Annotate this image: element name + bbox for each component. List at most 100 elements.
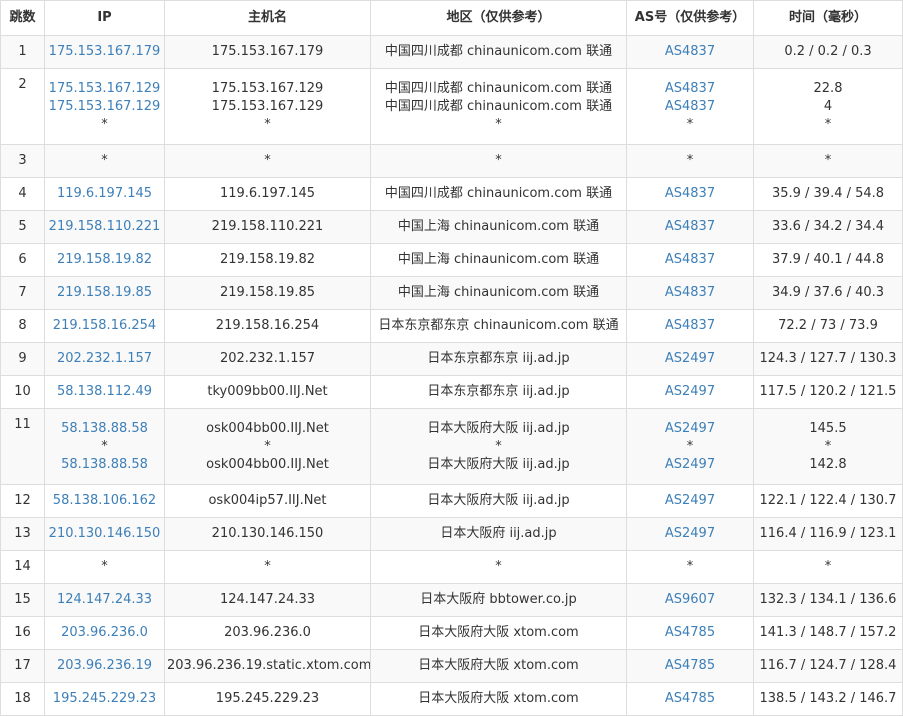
time-cell: 141.3 / 148.7 / 157.2 [753,616,903,650]
host-cell: 219.158.19.85 [164,276,371,310]
ip-link[interactable]: 124.147.24.33 [47,591,162,609]
as-link[interactable]: AS2497 [629,420,751,438]
host-cell: 202.232.1.157 [164,342,371,376]
ip-link[interactable]: 203.96.236.19 [47,657,162,675]
host-cell: 219.158.16.254 [164,309,371,343]
host-value: 203.96.236.0 [224,625,311,640]
ip-link[interactable]: 219.158.16.254 [47,317,162,335]
ip-link[interactable]: 202.232.1.157 [47,350,162,368]
as-cell: AS2497 [626,375,754,409]
header-hop: 跳数 [0,0,45,36]
ip-link[interactable]: 58.138.106.162 [47,492,162,510]
host-cell: osk004bb00.IIJ.Net * osk004bb00.IIJ.Net [164,408,371,485]
ip-cell: 219.158.110.221 [44,210,165,244]
as-cell: AS2497 [626,517,754,551]
region-value: 日本大阪府大阪 xtom.com [418,691,579,706]
time-value: 145.5 [809,420,847,436]
time-value: 35.9 / 39.4 / 54.8 [771,186,885,201]
time-cell: * [753,144,903,178]
host-value: 195.245.229.23 [215,691,320,706]
time-value: * [824,153,832,168]
ip-link[interactable]: 175.153.167.129 [47,98,162,116]
region-cell: 中国四川成都 chinaunicom.com 联通 中国四川成都 chinauni… [370,68,627,145]
region-value: 中国上海 chinaunicom.com 联通 [397,285,600,300]
as-link[interactable]: AS2497 [629,492,751,510]
as-link[interactable]: AS4837 [629,317,751,335]
ip-link[interactable]: 219.158.19.82 [47,251,162,269]
as-value: * [686,116,694,132]
time-value: * [824,559,832,574]
as-link[interactable]: AS4785 [629,690,751,708]
host-cell: 203.96.236.0 [164,616,371,650]
time-cell: 0.2 / 0.2 / 0.3 [753,35,903,69]
host-value: 175.153.167.129 [211,98,324,114]
as-cell: AS4837 [626,309,754,343]
as-link[interactable]: AS2497 [629,525,751,543]
as-link[interactable]: AS4837 [629,284,751,302]
ip-link[interactable]: 203.96.236.0 [47,624,162,642]
as-link[interactable]: AS9607 [629,591,751,609]
host-cell: tky009bb00.IIJ.Net [164,375,371,409]
time-value: 34.9 / 37.6 / 40.3 [771,285,885,300]
region-value: 日本大阪府大阪 iij.ad.jp [427,493,570,508]
ip-link[interactable]: 175.153.167.129 [47,80,162,98]
as-link[interactable]: AS4837 [629,80,751,98]
region-value: * [495,438,502,454]
time-value: 33.6 / 34.2 / 34.4 [771,219,885,234]
ip-link[interactable]: 219.158.19.85 [47,284,162,302]
time-value: 141.3 / 148.7 / 157.2 [759,625,897,640]
ip-link[interactable]: 175.153.167.179 [47,43,162,61]
ip-link[interactable]: 219.158.110.221 [47,218,162,236]
time-cell: 117.5 / 120.2 / 121.5 [753,375,903,409]
header-region: 地区（仅供参考） [370,0,627,36]
host-value: 203.96.236.19.static.xtom.com [167,658,371,673]
time-cell: 37.9 / 40.1 / 44.8 [753,243,903,277]
as-cell: AS2497 [626,484,754,518]
table-row: 16 203.96.236.0 203.96.236.0 日本大阪府大阪 xtom.c… [0,616,903,650]
ip-link[interactable]: 119.6.197.145 [47,185,162,203]
as-link[interactable]: AS4837 [629,185,751,203]
table-row: 17 203.96.236.19 203.96.236.19.static.xtom… [0,649,903,683]
ip-cell: 119.6.197.145 [44,177,165,211]
as-value: * [686,438,694,454]
region-value: * [495,153,502,168]
host-cell: 219.158.19.82 [164,243,371,277]
table-row: 14 * * * * * [0,550,903,584]
region-value: 日本东京都东京 chinaunicom.com 联通 [378,318,619,333]
as-cell: AS4837 [626,35,754,69]
time-value: 22.8 [813,80,843,96]
as-link[interactable]: AS4837 [629,43,751,61]
as-link[interactable]: AS2497 [629,350,751,368]
time-value: 122.1 / 122.4 / 130.7 [759,493,897,508]
as-link[interactable]: AS4837 [629,218,751,236]
ip-link[interactable]: 195.245.229.23 [47,690,162,708]
ip-link[interactable]: 58.138.112.49 [47,383,162,401]
region-value: * [495,559,502,574]
time-value: 0.2 / 0.2 / 0.3 [784,44,872,59]
as-link[interactable]: AS2497 [629,383,751,401]
region-cell: 日本大阪府大阪 xtom.com [370,616,627,650]
region-value: 日本大阪府 iij.ad.jp [440,526,557,541]
ip-link[interactable]: 210.130.146.150 [47,525,162,543]
time-cell: 145.5 * 142.8 [753,408,903,485]
time-cell: * [753,550,903,584]
host-cell: 210.130.146.150 [164,517,371,551]
region-value: 中国四川成都 chinaunicom.com 联通 [384,80,613,96]
as-link[interactable]: AS2497 [629,456,751,474]
host-cell: * [164,144,371,178]
hop-number: 2 [0,68,45,145]
time-value: 4 [823,98,833,114]
ip-link[interactable]: 58.138.88.58 [47,420,162,438]
as-link[interactable]: AS4837 [629,251,751,269]
host-value: 219.158.16.254 [215,318,320,333]
as-link[interactable]: AS4785 [629,657,751,675]
as-link[interactable]: AS4785 [629,624,751,642]
ip-cell: 175.153.167.179 [44,35,165,69]
table-row: 3 * * * * * [0,144,903,178]
as-link[interactable]: AS4837 [629,98,751,116]
hop-number: 1 [0,35,45,69]
ip-link[interactable]: 58.138.88.58 [47,456,162,474]
time-cell: 72.2 / 73 / 73.9 [753,309,903,343]
host-value: 124.147.24.33 [219,592,316,607]
time-value: 116.4 / 116.9 / 123.1 [759,526,897,541]
